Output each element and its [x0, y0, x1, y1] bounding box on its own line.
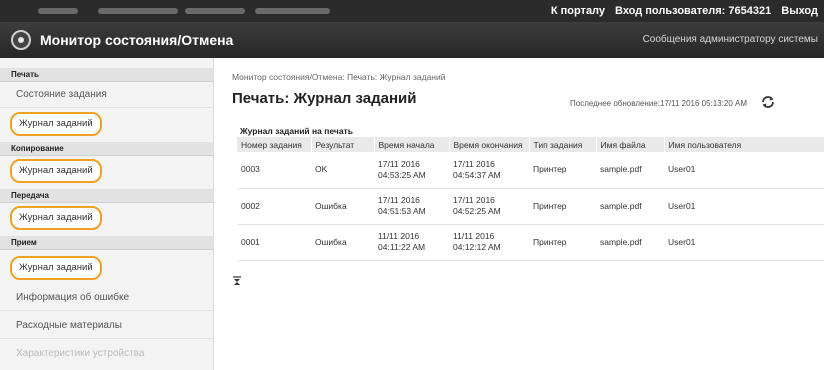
- job-end-time: 11/11 2016 04:12:12 AM: [449, 224, 529, 261]
- sidebar-item-send-job-log[interactable]: Журнал заданий: [10, 206, 102, 230]
- job-type: Принтер: [529, 152, 596, 189]
- job-type: Принтер: [529, 224, 596, 261]
- start-clock: 04:51:53 AM: [378, 206, 426, 216]
- table-caption: Журнал заданий на печать: [240, 126, 353, 136]
- column-header-job-type: Тип задания: [529, 137, 597, 152]
- job-log-table-wrapper: Номер задания Результат Время начала Вре…: [237, 137, 824, 267]
- app-title: Монитор состояния/Отмена: [40, 32, 234, 48]
- sidebar-item-job-status[interactable]: Состояние задания: [0, 82, 214, 108]
- login-info: Вход пользователя: 7654321: [615, 5, 771, 17]
- refresh-icon[interactable]: [760, 94, 776, 110]
- sidebar-item-print-job-log[interactable]: Журнал заданий: [10, 112, 102, 136]
- column-header-end-time: Время окончания: [449, 137, 530, 152]
- job-file-name: sample.pdf: [596, 224, 664, 261]
- login-user: 7654321: [728, 5, 772, 17]
- job-number: 0003: [237, 152, 311, 189]
- job-end-time: 17/11 2016 04:54:37 AM: [449, 152, 529, 189]
- column-header-file-name: Имя файла: [596, 137, 665, 152]
- job-number: 0002: [237, 188, 311, 225]
- job-result: OK: [311, 152, 374, 189]
- column-header-user-name: Имя пользователя: [664, 137, 824, 152]
- end-date: 17/11 2016: [453, 195, 495, 205]
- table-row: 0003 OK 17/11 2016 04:53:25 AM 17/11 2016…: [237, 152, 824, 189]
- sidebar-section-receive: Прием: [0, 236, 214, 250]
- login-label: Вход пользователя:: [615, 5, 726, 17]
- job-user-name: User01: [664, 188, 824, 225]
- sidebar: Печать Состояние задания Журнал заданий …: [0, 58, 214, 370]
- admin-message-link[interactable]: Сообщения администратору системы: [643, 34, 818, 45]
- logout-link[interactable]: Выход: [781, 5, 818, 17]
- sidebar-item-receive-job-log[interactable]: Журнал заданий: [10, 256, 102, 280]
- end-date: 11/11 2016: [453, 231, 495, 241]
- main-content: Монитор состояния/Отмена: Печать: Журнал…: [215, 58, 824, 370]
- end-date: 17/11 2016: [453, 158, 495, 169]
- column-header-job-number: Номер задания: [237, 137, 312, 152]
- job-end-time: 17/11 2016 04:52:25 AM: [449, 188, 529, 225]
- job-type: Принтер: [529, 188, 596, 225]
- table-header-row: Номер задания Результат Время начала Вре…: [237, 137, 824, 152]
- job-start-time: 17/11 2016 04:53:25 AM: [374, 152, 449, 189]
- sidebar-section-send: Передача: [0, 189, 214, 203]
- blurred-text: [98, 8, 178, 14]
- end-clock: 04:52:25 AM: [453, 206, 501, 216]
- job-file-name: sample.pdf: [596, 188, 664, 225]
- page-title: Печать: Журнал заданий: [232, 90, 417, 107]
- blurred-text: [255, 8, 330, 14]
- blurred-text: [38, 8, 78, 14]
- table-row: 0001 Ошибка 11/11 2016 04:11:22 AM 11/11 …: [237, 224, 824, 261]
- blurred-text: [185, 8, 245, 14]
- job-user-name: User01: [664, 152, 824, 189]
- end-clock: 04:54:37 AM: [453, 169, 501, 180]
- app-header: Монитор состояния/Отмена Сообщения админ…: [0, 22, 824, 58]
- collapse-icon[interactable]: [232, 276, 242, 286]
- job-result: Ошибка: [311, 224, 374, 261]
- job-result: Ошибка: [311, 188, 374, 225]
- top-links: К порталу Вход пользователя: 7654321 Вых…: [551, 0, 818, 22]
- last-updated-text: Последнее обновление:17/11 2016 05:13:20…: [570, 99, 748, 108]
- start-date: 17/11 2016: [378, 158, 420, 169]
- breadcrumb: Монитор состояния/Отмена: Печать: Журнал…: [232, 72, 446, 82]
- start-date: 17/11 2016: [378, 195, 420, 205]
- start-clock: 04:53:25 AM: [378, 169, 426, 180]
- job-user-name: User01: [664, 224, 824, 261]
- sidebar-section-print: Печать: [0, 68, 214, 82]
- job-log-table: Номер задания Результат Время начала Вре…: [237, 137, 824, 261]
- sidebar-item-error-info[interactable]: Информация об ошибке: [0, 285, 214, 311]
- table-row: 0002 Ошибка 17/11 2016 04:51:53 AM 17/11 …: [237, 188, 824, 225]
- portal-link[interactable]: К порталу: [551, 5, 605, 17]
- start-clock: 04:11:22 AM: [378, 242, 426, 252]
- sidebar-item-consumables[interactable]: Расходные материалы: [0, 313, 214, 339]
- start-date: 11/11 2016: [378, 231, 420, 241]
- job-number: 0001: [237, 224, 311, 261]
- sidebar-section-copy: Копирование: [0, 142, 214, 156]
- top-bar: К порталу Вход пользователя: 7654321 Вых…: [0, 0, 824, 22]
- sidebar-item-copy-job-log[interactable]: Журнал заданий: [10, 159, 102, 183]
- job-file-name: sample.pdf: [596, 152, 664, 189]
- column-header-start-time: Время начала: [374, 137, 450, 152]
- end-clock: 04:12:12 AM: [453, 242, 501, 252]
- sidebar-item-device-features[interactable]: Характеристики устройства: [0, 341, 214, 367]
- job-start-time: 11/11 2016 04:11:22 AM: [374, 224, 449, 261]
- job-start-time: 17/11 2016 04:51:53 AM: [374, 188, 449, 225]
- column-header-result: Результат: [311, 137, 375, 152]
- device-logo-icon: [11, 30, 31, 50]
